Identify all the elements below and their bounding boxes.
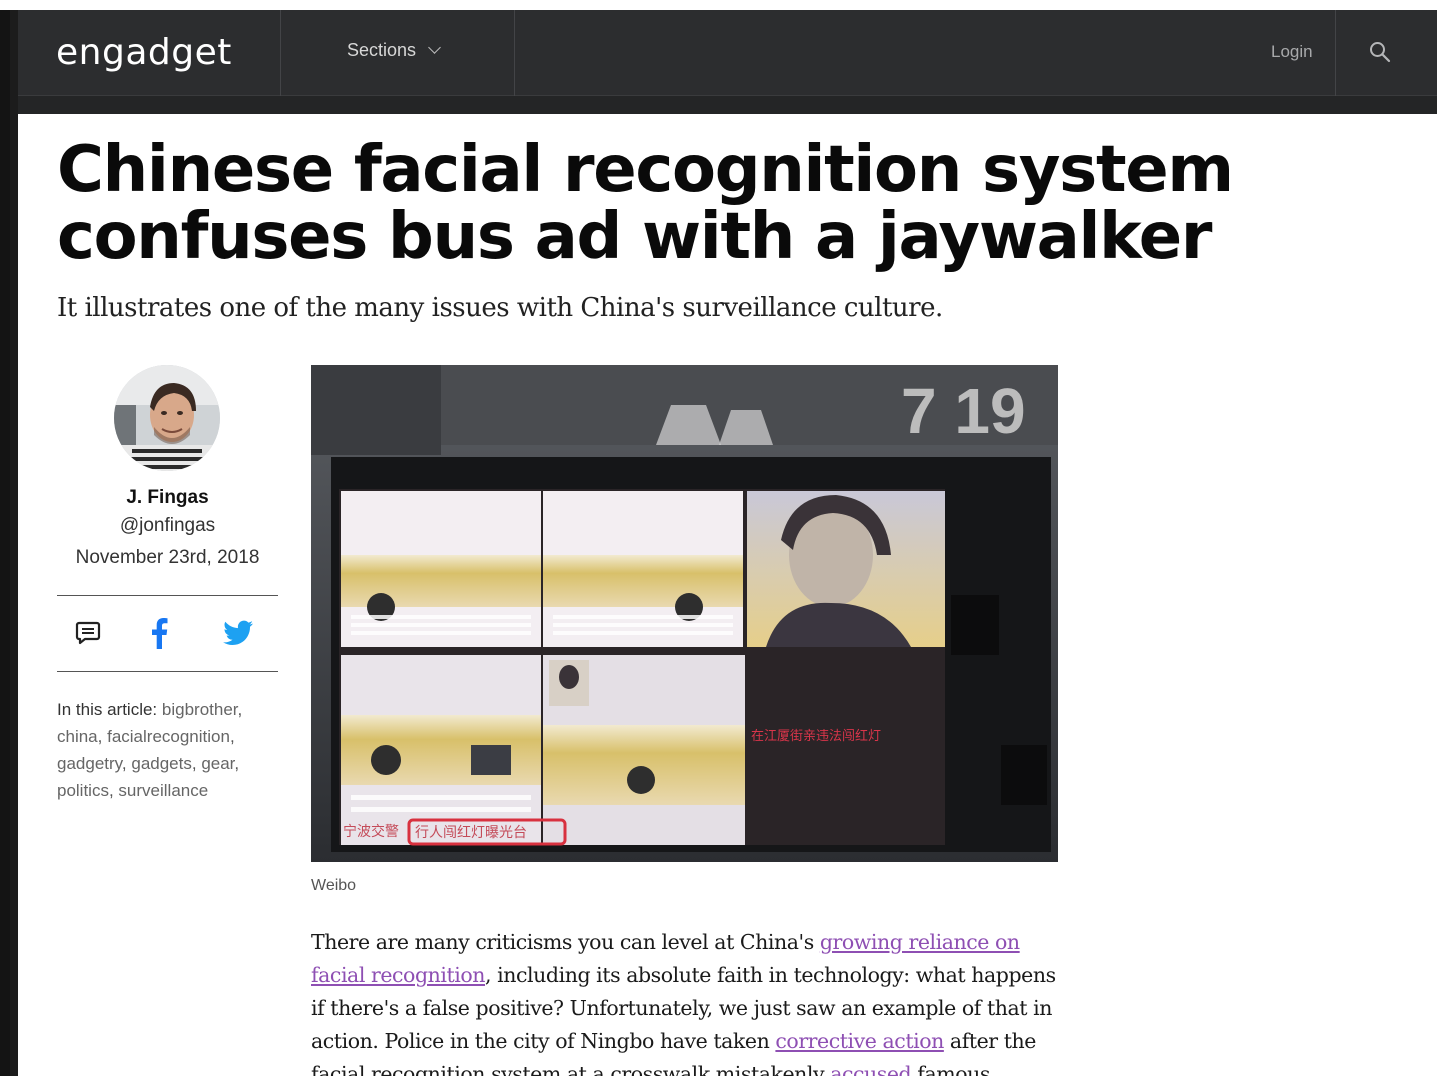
- facebook-icon[interactable]: [150, 617, 168, 649]
- divider: [57, 595, 278, 596]
- sections-label: Sections: [347, 40, 417, 60]
- tag-link[interactable]: politics: [57, 781, 109, 800]
- author-name[interactable]: J. Fingas: [57, 487, 278, 509]
- author-handle[interactable]: @jonfingas: [57, 515, 278, 537]
- nav-divider: [514, 10, 515, 96]
- sections-menu-button[interactable]: Sections: [347, 40, 441, 61]
- article-subhead: It illustrates one of the many issues wi…: [57, 293, 943, 323]
- image-ticker-left: 宁波交警: [343, 823, 399, 840]
- image-ticker-right: 行人闯红灯曝光台: [415, 825, 527, 841]
- divider: [57, 671, 278, 672]
- tag-link[interactable]: facialrecognition: [107, 727, 230, 746]
- body-text: There are many criticisms you can level …: [311, 930, 820, 954]
- tag-link[interactable]: gadgets: [131, 754, 192, 773]
- comment-icon[interactable]: [75, 620, 101, 646]
- nav-divider: [1335, 10, 1336, 96]
- image-subtitle: 在江厦街亲违法闯红灯: [751, 728, 881, 744]
- nav-sub-strip: [18, 96, 1437, 114]
- tag-link[interactable]: surveillance: [118, 781, 208, 800]
- screen-left-edge: [0, 10, 18, 1076]
- search-icon[interactable]: [1368, 40, 1392, 64]
- article-tags: In this article: bigbrother, china, faci…: [57, 700, 243, 800]
- tag-link[interactable]: china: [57, 727, 98, 746]
- nav-divider: [280, 10, 281, 96]
- login-link[interactable]: Login: [1271, 42, 1313, 62]
- photo-caption: Weibo: [311, 877, 357, 894]
- tag-link[interactable]: gear: [201, 754, 234, 773]
- author-avatar[interactable]: [114, 365, 220, 471]
- engadget-logo[interactable]: engadget: [56, 32, 232, 73]
- tags-label: In this article:: [57, 700, 158, 719]
- screen-top-edge: [0, 0, 1437, 10]
- clock-readout: 7 19: [901, 375, 1026, 447]
- twitter-icon[interactable]: [223, 620, 253, 646]
- article-headline: Chinese facial recognition system confus…: [57, 133, 1234, 274]
- top-nav: engadget Sections Login: [18, 10, 1437, 96]
- chevron-down-icon: [428, 41, 441, 54]
- body-link[interactable]: corrective action: [775, 1029, 944, 1053]
- publish-date: November 23rd, 2018: [75, 547, 260, 568]
- tag-link[interactable]: bigbrother: [162, 700, 238, 719]
- body-link[interactable]: accused: [830, 1062, 911, 1076]
- article-body: There are many criticisms you can level …: [311, 926, 1059, 1076]
- article-photo[interactable]: 7 19 在江厦街亲违法闯红灯 宁波交警 行人闯红灯曝光台: [311, 365, 1058, 862]
- tag-link[interactable]: gadgetry: [57, 754, 122, 773]
